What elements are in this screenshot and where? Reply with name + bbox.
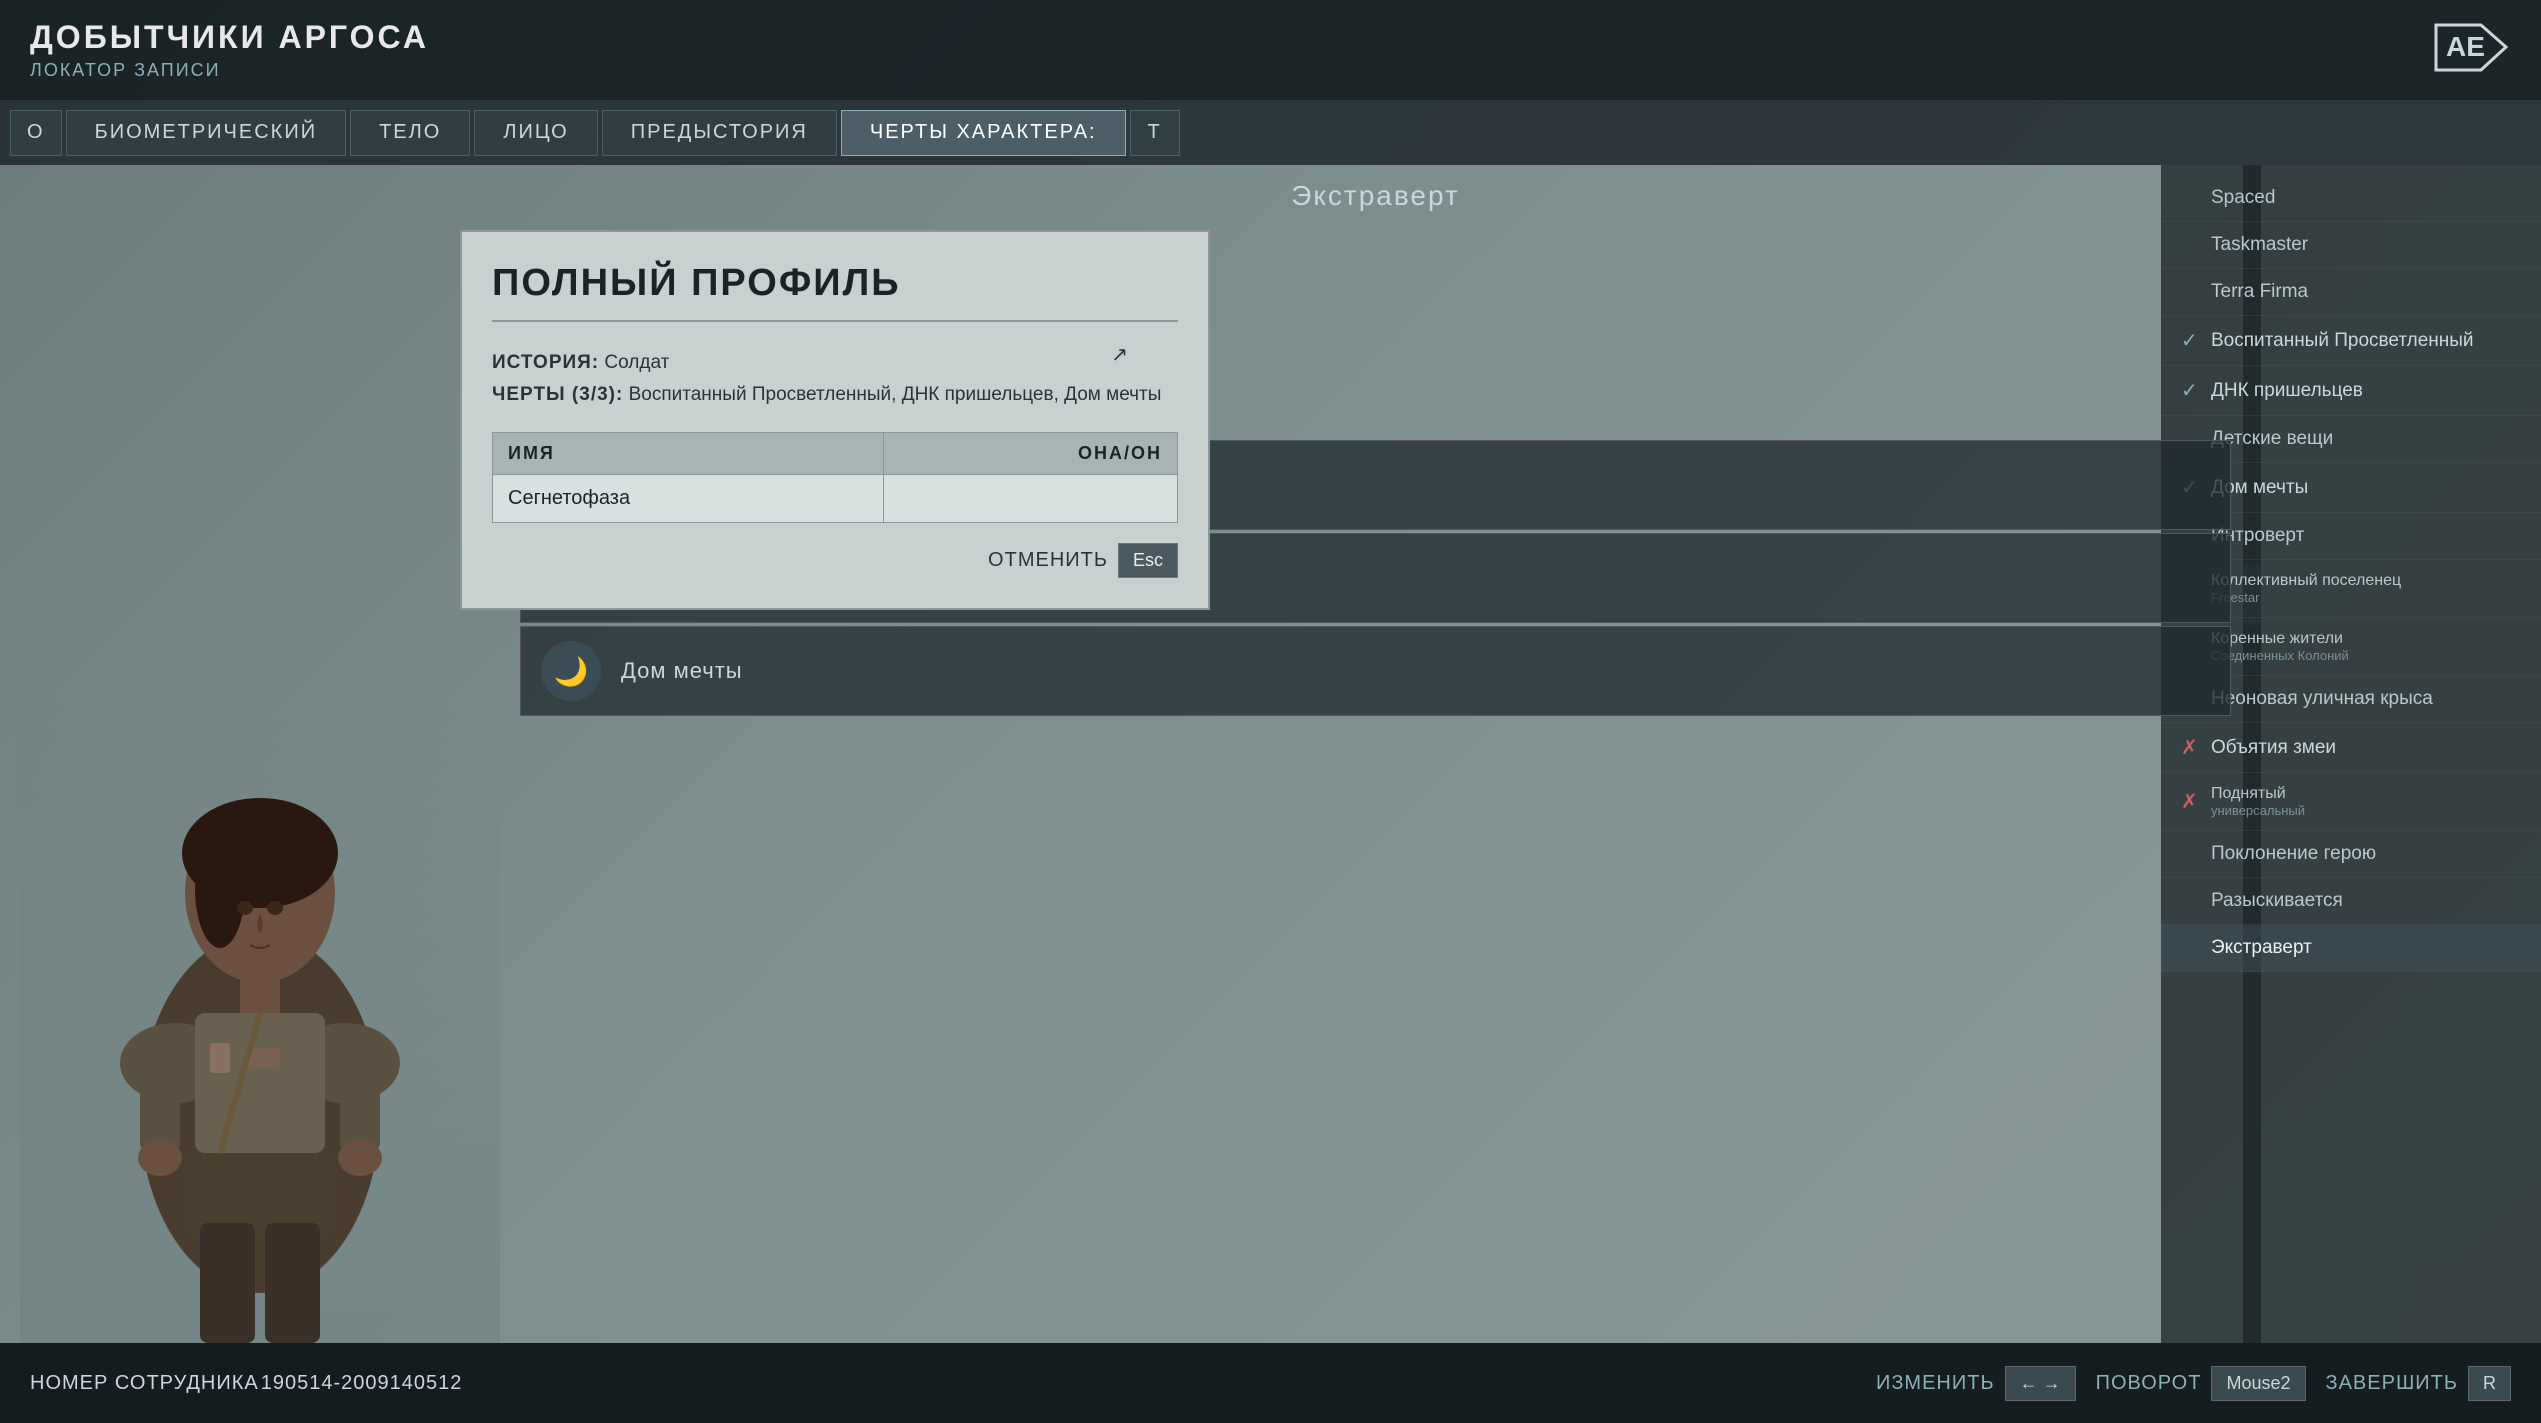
nav-btn-body[interactable]: ТЕЛО xyxy=(350,110,470,156)
character-svg xyxy=(45,693,475,1343)
sidebar-item-name-15: Экстраверт xyxy=(2211,937,2312,959)
character-area xyxy=(0,165,520,1343)
trait-icon-2: 🌙 xyxy=(541,641,601,701)
nav-btn-face[interactable]: ЛИЦО xyxy=(474,110,597,156)
logo: AE xyxy=(2431,20,2511,80)
sidebar-item-name-10: Неоновая уличная крыса xyxy=(2211,688,2433,710)
header-title: ДОБЫТЧИКИ АРГОСА xyxy=(30,19,2541,56)
nav-btn-biometric[interactable]: БИОМЕТРИЧЕСКИЙ xyxy=(66,110,347,156)
rotate-key[interactable]: Mouse2 xyxy=(2211,1366,2305,1401)
modal-title: ПОЛНЫЙ ПРОФИЛЬ xyxy=(492,262,1178,322)
change-key[interactable]: ← → xyxy=(2005,1366,2076,1401)
modal: ПОЛНЫЙ ПРОФИЛЬ ИСТОРИЯ: Солдат ЧЕРТЫ (3/… xyxy=(460,230,1220,610)
sidebar-item-14[interactable]: Разыскивается xyxy=(2161,878,2541,925)
sidebar-item-15[interactable]: Экстраверт xyxy=(2161,925,2541,972)
finish-key[interactable]: R xyxy=(2468,1366,2511,1401)
svg-text:AE: AE xyxy=(2446,31,2485,62)
modal-traits-value: Воспитанный Просветленный, ДНК пришельце… xyxy=(629,384,1162,405)
sidebar-check-12: ✗ xyxy=(2181,789,2201,814)
employee-id: НОМЕР СОТРУДНИКА190514-2009140512 xyxy=(30,1372,462,1395)
navbar: O БИОМЕТРИЧЕСКИЙ ТЕЛО ЛИЦО ПРЕДЫСТОРИЯ Ч… xyxy=(0,100,2541,165)
sidebar-item-name-12: Поднятыйуниверсальный xyxy=(2211,785,2305,818)
col-gender: ОНА/ОН xyxy=(884,432,1178,474)
modal-history: ИСТОРИЯ: Солдат ЧЕРТЫ (3/3): Воспитанный… xyxy=(492,347,1178,412)
sidebar-item-11[interactable]: ✗ Объятия змеи xyxy=(2161,723,2541,773)
nav-btn-background[interactable]: ПРЕДЫСТОРИЯ xyxy=(602,110,837,156)
modal-table: ИМЯ ОНА/ОН Сегнетофаза xyxy=(492,432,1178,523)
rotate-label: ПОВОРОТ xyxy=(2096,1372,2202,1395)
gender-value xyxy=(884,474,1178,522)
change-label: ИЗМЕНИТЬ xyxy=(1876,1372,1995,1395)
sidebar-item-name-13: Поклонение герою xyxy=(2211,843,2376,865)
modal-history-label: ИСТОРИЯ: xyxy=(492,352,599,373)
extrovert-label: Экстраверт xyxy=(520,180,2231,212)
sidebar-item-4[interactable]: ✓ ДНК пришельцев xyxy=(2161,366,2541,416)
rotate-action: ПОВОРОТ Mouse2 xyxy=(2096,1366,2306,1401)
bottom-actions: ИЗМЕНИТЬ ← → ПОВОРОТ Mouse2 ЗАВЕРШИТЬ R xyxy=(1876,1366,2511,1401)
modal-history-value: Солдат xyxy=(604,352,669,373)
sidebar-item-name-9: Коренные жителиСоединенных Колоний xyxy=(2211,630,2349,663)
modal-traits-label: ЧЕРТЫ (3/3): xyxy=(492,384,623,405)
sidebar-item-12[interactable]: ✗ Поднятыйуниверсальный xyxy=(2161,773,2541,831)
character-image xyxy=(20,693,500,1343)
nav-btn-o[interactable]: O xyxy=(10,110,62,156)
sidebar-item-name-2: Terra Firma xyxy=(2211,281,2308,303)
header-subtitle: ЛОКАТОР ЗАПИСИ xyxy=(30,60,2541,81)
sidebar-item-name-11: Объятия змеи xyxy=(2211,737,2336,759)
finish-action: ЗАВЕРШИТЬ R xyxy=(2326,1366,2512,1401)
cursor-pointer: ↗ xyxy=(1111,342,1128,367)
employee-label: НОМЕР СОТРУДНИКА xyxy=(30,1372,259,1394)
trait-name-2: Дом мечты xyxy=(621,658,743,684)
sidebar-item-1[interactable]: Taskmaster xyxy=(2161,222,2541,269)
sidebar-item-name-1: Taskmaster xyxy=(2211,234,2308,256)
sidebar-item-name-14: Разыскивается xyxy=(2211,890,2343,912)
sidebar-item-13[interactable]: Поклонение герою xyxy=(2161,831,2541,878)
trait-item-2[interactable]: 🌙 Дом мечты xyxy=(520,626,2231,716)
col-name: ИМЯ xyxy=(493,432,884,474)
change-action: ИЗМЕНИТЬ ← → xyxy=(1876,1366,2076,1401)
right-sidebar: SpacedTaskmasterTerra Firma✓Воспитанный … xyxy=(2161,165,2541,1343)
sidebar-item-name-8: Коллективный поселенецFreestar xyxy=(2211,572,2401,605)
sidebar-check-3: ✓ xyxy=(2181,328,2201,353)
sidebar-item-2[interactable]: Terra Firma xyxy=(2161,269,2541,316)
nav-btn-t[interactable]: T xyxy=(1130,110,1180,156)
modal-cancel-key[interactable]: Esc xyxy=(1118,543,1178,578)
modal-cancel-text: ОТМЕНИТЬ xyxy=(988,549,1108,572)
nav-btn-traits[interactable]: ЧЕРТЫ ХАРАКТЕРА: xyxy=(841,110,1126,156)
finish-label: ЗАВЕРШИТЬ xyxy=(2326,1372,2459,1395)
sidebar-check-11: ✗ xyxy=(2181,735,2201,760)
bottom-bar: НОМЕР СОТРУДНИКА190514-2009140512 ИЗМЕНИ… xyxy=(0,1343,2541,1423)
modal-footer: ОТМЕНИТЬ Esc xyxy=(492,543,1178,578)
sidebar-item-3[interactable]: ✓ Воспитанный Просветленный xyxy=(2161,316,2541,366)
sidebar-item-name-4: ДНК пришельцев xyxy=(2211,380,2363,402)
name-value: Сегнетофаза xyxy=(493,474,884,522)
employee-id-value: 190514-2009140512 xyxy=(261,1372,463,1394)
sidebar-item-name-3: Воспитанный Просветленный xyxy=(2211,330,2474,352)
sidebar-check-4: ✓ xyxy=(2181,378,2201,403)
header: ДОБЫТЧИКИ АРГОСА ЛОКАТОР ЗАПИСИ AE xyxy=(0,0,2541,100)
